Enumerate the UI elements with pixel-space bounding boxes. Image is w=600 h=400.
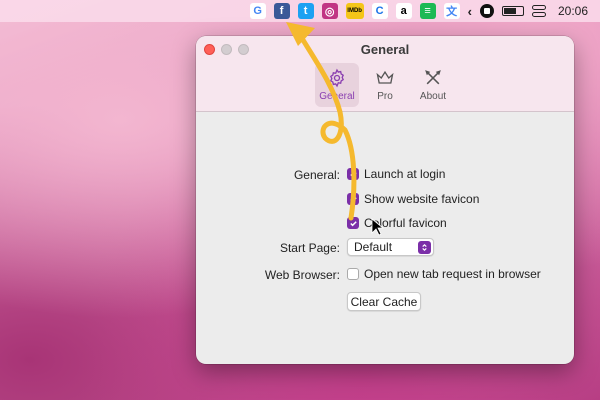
show-favicon-label: Show website favicon — [364, 192, 480, 206]
checkmark-icon — [349, 220, 357, 226]
c-icon[interactable]: C — [371, 3, 388, 19]
start-page-select[interactable]: Default — [347, 238, 434, 256]
chevron-left-icon[interactable]: ‹ — [468, 4, 472, 19]
settings-content: General: Launch at login Show website fa… — [196, 112, 574, 364]
start-page-label: Start Page: — [279, 241, 340, 255]
tab-pro-label: Pro — [377, 91, 393, 102]
colorful-favicon-checkbox[interactable] — [347, 217, 359, 229]
tab-about[interactable]: About — [411, 63, 455, 107]
tab-pro[interactable]: Pro — [363, 63, 407, 107]
menu-bar-icons: Gf t ◎ IMDb Ca ≡ 文 — [249, 3, 460, 19]
chevron-up-down-icon — [418, 241, 431, 254]
google-icon[interactable]: G — [249, 3, 266, 19]
tab-general[interactable]: General — [315, 63, 359, 107]
launch-at-login-checkbox[interactable] — [347, 168, 359, 180]
facebook-icon[interactable]: f — [273, 3, 290, 19]
battery-icon[interactable] — [501, 6, 524, 16]
translate-icon[interactable]: 文 — [443, 3, 460, 19]
open-new-tab-checkbox[interactable] — [347, 268, 359, 280]
record-icon[interactable] — [479, 4, 494, 18]
imdb-icon[interactable]: IMDb — [345, 3, 364, 19]
open-new-tab-row[interactable]: Open new tab request in browser — [347, 267, 541, 281]
web-browser-label: Web Browser: — [264, 268, 340, 282]
show-favicon-row[interactable]: Show website favicon — [347, 192, 479, 206]
window-titlebar: General General Pro About — [196, 36, 574, 112]
spotify-icon[interactable]: ≡ — [419, 3, 436, 19]
open-new-tab-label: Open new tab request in browser — [364, 267, 541, 281]
launch-at-login-row[interactable]: Launch at login — [347, 167, 445, 181]
start-page-value: Default — [354, 240, 393, 254]
amazon-icon[interactable]: a — [395, 3, 412, 19]
preferences-tabs: General Pro About — [196, 63, 574, 107]
checkmark-icon — [349, 171, 357, 177]
tab-about-label: About — [419, 91, 447, 102]
gear-icon — [329, 68, 345, 88]
instagram-icon[interactable]: ◎ — [321, 3, 338, 19]
launch-at-login-label: Launch at login — [364, 167, 446, 181]
window-title: General — [360, 42, 410, 57]
checkmark-icon — [349, 196, 357, 202]
crown-icon — [376, 70, 394, 84]
tab-general-label: General — [319, 91, 355, 102]
show-favicon-checkbox[interactable] — [347, 193, 359, 205]
clear-cache-button[interactable]: Clear Cache — [347, 292, 421, 311]
control-center-icon[interactable] — [531, 5, 546, 17]
colorful-favicon-row[interactable]: Colorful favicon — [347, 216, 447, 230]
tools-icon — [425, 70, 441, 85]
general-label: General: — [293, 168, 340, 182]
twitter-icon[interactable]: t — [297, 3, 314, 19]
menu-bar-clock[interactable]: 20:06 — [558, 4, 588, 18]
menu-bar: Gf t ◎ IMDb Ca ≡ 文 ‹ 20:06 — [0, 0, 600, 22]
preferences-window: General General Pro About General: Launc… — [196, 36, 574, 364]
colorful-favicon-label: Colorful favicon — [364, 216, 447, 230]
